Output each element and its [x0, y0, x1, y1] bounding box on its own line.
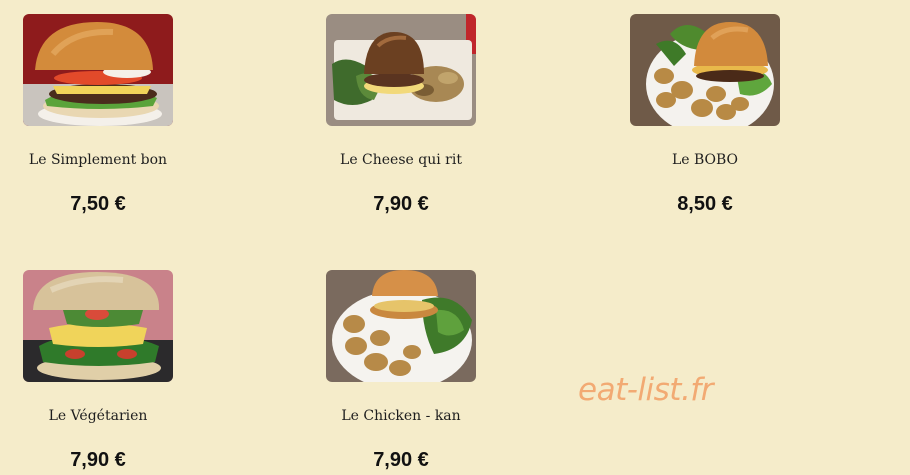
burger-photo[interactable]: [23, 14, 173, 126]
menu-item-vegetarien[interactable]: Le Végétarien 7,90 €: [18, 270, 178, 472]
menu-item-chicken-kan[interactable]: Le Chicken - kan 7,90 €: [321, 270, 481, 472]
burger-photo[interactable]: [23, 270, 173, 382]
burger-photo[interactable]: [326, 270, 476, 382]
menu-item-bobo[interactable]: Le BOBO 8,50 €: [625, 14, 785, 216]
item-price: 7,50 €: [70, 193, 126, 215]
burger-photo[interactable]: [630, 14, 780, 126]
menu-item-cheese-qui-rit[interactable]: Le Cheese qui rit 7,90 €: [321, 14, 481, 216]
item-price: 8,50 €: [677, 193, 733, 215]
item-name: Le Simplement bon: [28, 152, 168, 168]
watermark: eat-list.fr: [578, 372, 713, 408]
menu-item-simplement-bon[interactable]: Le Simplement bon 7,50 €: [18, 14, 178, 216]
item-name: Le Végétarien: [48, 408, 148, 424]
burger-photo[interactable]: [326, 14, 476, 126]
item-name: Le Chicken - kan: [341, 408, 461, 424]
item-price: 7,90 €: [373, 449, 429, 471]
item-name: Le BOBO: [671, 152, 739, 168]
item-price: 7,90 €: [70, 449, 126, 471]
item-name: Le Cheese qui rit: [340, 152, 462, 168]
item-price: 7,90 €: [373, 193, 429, 215]
